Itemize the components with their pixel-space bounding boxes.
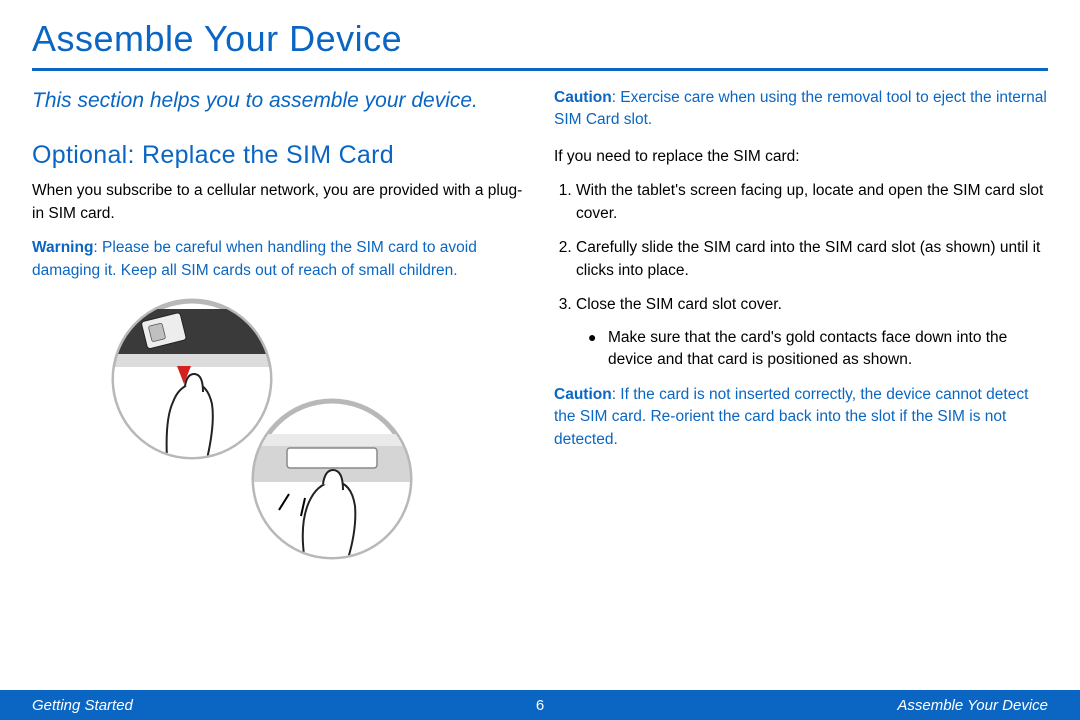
left-column: This section helps you to assemble your …: [32, 87, 526, 554]
document-page: Assemble Your Device This section helps …: [0, 0, 1080, 720]
intro-paragraph: When you subscribe to a cellular network…: [32, 180, 526, 225]
caution2-text: : If the card is not inserted correctly,…: [554, 386, 1028, 448]
bullet-item: Make sure that the card's gold contacts …: [594, 327, 1048, 372]
step-item: Carefully slide the SIM card into the SI…: [576, 237, 1048, 282]
caution1-text: : Exercise care when using the removal t…: [554, 89, 1047, 128]
sim-close-illustration: [247, 394, 417, 564]
warning-text: : Please be careful when handling the SI…: [32, 239, 477, 278]
warning-label: Warning: [32, 239, 93, 256]
caution2-label: Caution: [554, 386, 612, 403]
right-column: Caution: Exercise care when using the re…: [554, 87, 1048, 554]
title-rule: [32, 68, 1048, 71]
illustration-area: [32, 294, 526, 554]
steps-list: With the tablet's screen facing up, loca…: [554, 180, 1048, 371]
replace-heading: If you need to replace the SIM card:: [554, 146, 1048, 168]
caution1-paragraph: Caution: Exercise care when using the re…: [554, 87, 1048, 132]
page-title: Assemble Your Device: [32, 18, 1048, 68]
content-columns: This section helps you to assemble your …: [32, 87, 1048, 554]
footer-right: Assemble Your Device: [897, 697, 1048, 714]
footer-page-number: 6: [536, 697, 544, 714]
sub-bullet-list: Make sure that the card's gold contacts …: [576, 327, 1048, 372]
footer-left: Getting Started: [32, 697, 133, 714]
step-item: Close the SIM card slot cover. Make sure…: [576, 294, 1048, 371]
caution2-paragraph: Caution: If the card is not inserted cor…: [554, 384, 1048, 451]
warning-paragraph: Warning: Please be careful when handling…: [32, 237, 526, 282]
step-item: With the tablet's screen facing up, loca…: [576, 180, 1048, 225]
section-intro: This section helps you to assemble your …: [32, 87, 526, 115]
page-footer: Getting Started 6 Assemble Your Device: [0, 690, 1080, 720]
caution1-label: Caution: [554, 89, 612, 106]
step3-text: Close the SIM card slot cover.: [576, 296, 782, 313]
subsection-heading: Optional: Replace the SIM Card: [32, 141, 526, 170]
